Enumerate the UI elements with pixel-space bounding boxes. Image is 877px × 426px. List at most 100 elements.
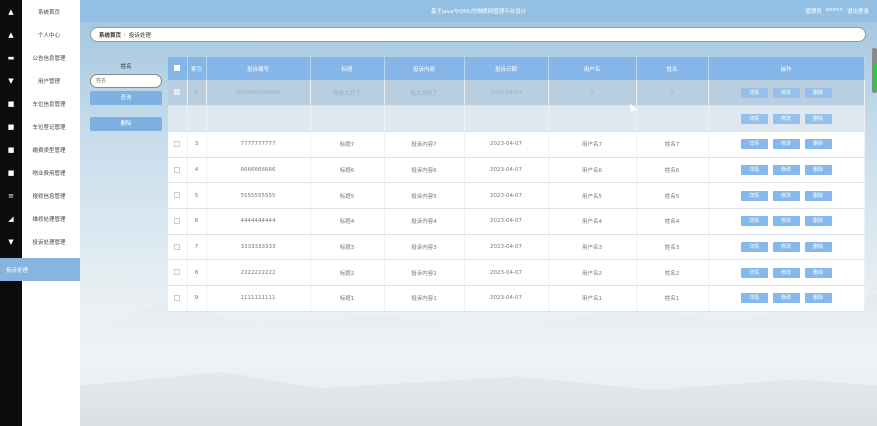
detail-button[interactable]: 详情 bbox=[740, 164, 768, 175]
sidebar-item-5[interactable]: ■ 车位登记管理 bbox=[0, 115, 80, 138]
detail-button[interactable]: 详情 bbox=[740, 139, 768, 150]
delete-button[interactable]: 删除 bbox=[804, 113, 832, 124]
row-checkbox[interactable] bbox=[174, 89, 181, 96]
row-checkbox[interactable] bbox=[174, 140, 181, 147]
row-checkbox[interactable] bbox=[174, 192, 181, 199]
breadcrumb-home[interactable]: 系统首页 bbox=[99, 31, 121, 39]
register-icon: ■ bbox=[7, 122, 15, 131]
edit-button[interactable]: 修改 bbox=[772, 190, 800, 201]
table-row[interactable]: 2 详情 修改 删除 bbox=[168, 105, 865, 132]
sidebar-item-6[interactable]: ■ 缴费类型管理 bbox=[0, 138, 80, 161]
sidebar-item-0[interactable]: ▲ 系统首页 bbox=[0, 0, 80, 23]
detail-button[interactable]: 详情 bbox=[740, 267, 768, 278]
repair-info-icon: ≡ bbox=[8, 191, 14, 200]
delete-button[interactable]: 删除 bbox=[804, 87, 832, 98]
sidebar-item-10[interactable]: ▼ 投诉处理管理 bbox=[0, 230, 80, 253]
edit-button[interactable]: 修改 bbox=[772, 267, 800, 278]
cell-code bbox=[206, 105, 311, 132]
cell-content: 投诉内容7 bbox=[384, 131, 465, 158]
row-checkbox[interactable] bbox=[174, 115, 181, 122]
detail-button[interactable]: 详情 bbox=[740, 113, 768, 124]
cell-actions: 详情 修改 删除 bbox=[708, 259, 865, 286]
edit-button[interactable]: 修改 bbox=[772, 241, 800, 252]
cell-content bbox=[384, 105, 465, 132]
users-icon: ▼ bbox=[8, 76, 14, 85]
cell-date: 2023-04-07 bbox=[464, 182, 549, 209]
cell-index: 5 bbox=[187, 182, 207, 209]
col-header-index: 索引 bbox=[187, 57, 207, 80]
col-header-username: 用户名 bbox=[548, 57, 637, 80]
cell-index: 7 bbox=[187, 234, 207, 261]
cell-actions: 详情 修改 删除 bbox=[708, 234, 865, 261]
table-row[interactable]: 8 2222222222 标题2 投诉内容2 2023-04-07 用户名2 姓名2 详情 修改… bbox=[168, 259, 865, 286]
sidebar-item-4[interactable]: ■ 车位信息管理 bbox=[0, 92, 80, 115]
edit-button[interactable]: 修改 bbox=[772, 87, 800, 98]
row-checkbox[interactable] bbox=[174, 218, 181, 225]
sidebar-item-label: 车位登记管理 bbox=[32, 124, 66, 131]
cell-content: 投诉内容5 bbox=[384, 182, 465, 209]
cell-username: 1 bbox=[548, 80, 637, 107]
row-checkbox[interactable] bbox=[174, 166, 181, 173]
sidebar-item-1[interactable]: ▲ 个人中心 bbox=[0, 23, 80, 46]
cell-username: 用户名6 bbox=[548, 157, 637, 184]
sidebar-item-9[interactable]: ◢ 维修处理管理 bbox=[0, 207, 80, 230]
table-row[interactable]: 6 4444444444 标题4 投诉内容4 2023-04-07 用户名4 姓名4 详情 修改… bbox=[168, 208, 865, 235]
detail-button[interactable]: 详情 bbox=[740, 190, 768, 201]
sidebar-item-7[interactable]: ■ 物业费用管理 bbox=[0, 161, 80, 184]
row-select-cell bbox=[168, 182, 188, 209]
delete-button[interactable]: 删除 bbox=[804, 241, 832, 252]
cell-title bbox=[310, 105, 385, 132]
table-row[interactable]: 5 5555555555 标题5 投诉内容5 2023-04-07 用户名5 姓名5 详情 修改… bbox=[168, 182, 865, 209]
row-checkbox[interactable] bbox=[174, 269, 181, 276]
edit-button[interactable]: 修改 bbox=[772, 113, 800, 124]
delete-button[interactable]: 删除 bbox=[804, 190, 832, 201]
delete-button[interactable]: 删除 bbox=[804, 267, 832, 278]
delete-button[interactable]: 删除 bbox=[804, 293, 832, 304]
detail-button[interactable]: 详情 bbox=[740, 293, 768, 304]
table-row[interactable]: 9 1111111111 标题1 投诉内容1 2023-04-07 用户名1 姓名1 详情 修改… bbox=[168, 285, 865, 312]
cell-index: 6 bbox=[187, 208, 207, 235]
logout-link[interactable]: 退出登录 bbox=[847, 7, 869, 15]
cell-username: 用户名2 bbox=[548, 259, 637, 286]
detail-button[interactable]: 详情 bbox=[740, 241, 768, 252]
edit-button[interactable]: 修改 bbox=[772, 164, 800, 175]
row-checkbox[interactable] bbox=[174, 295, 181, 302]
detail-button[interactable]: 详情 bbox=[740, 87, 768, 98]
sidebar: ▲ 系统首页 ▲ 个人中心 ▬ 公告信息管理 ▼ 用户管理 ■ 车位信息管理 ■ 车位登记管理 ■ 缴费类… bbox=[0, 0, 80, 426]
table-row[interactable]: 1 1680845044965 我是大好了 我上大好了 2023-04-07 1 1 详情 修改… bbox=[168, 80, 865, 107]
cell-date bbox=[464, 105, 549, 132]
select-all-checkbox[interactable] bbox=[174, 65, 181, 72]
cell-index: 8 bbox=[187, 259, 207, 286]
edit-button[interactable]: 修改 bbox=[772, 216, 800, 227]
cell-code: 6666666666 bbox=[206, 157, 311, 184]
cell-actions: 详情 修改 删除 bbox=[708, 208, 865, 235]
sidebar-item-complaint-handling[interactable]: 投诉处理 bbox=[0, 258, 80, 281]
edit-button[interactable]: 修改 bbox=[772, 293, 800, 304]
delete-button[interactable]: 删除 bbox=[804, 164, 832, 175]
cell-title: 标题1 bbox=[310, 285, 385, 312]
cell-actions: 详情 修改 删除 bbox=[708, 105, 865, 132]
table-row[interactable]: 4 6666666666 标题6 投诉内容6 2023-04-07 用户名6 姓名6 详情 修改… bbox=[168, 157, 865, 184]
cell-content: 投诉内容1 bbox=[384, 285, 465, 312]
name-search-input[interactable] bbox=[90, 74, 162, 88]
sidebar-item-3[interactable]: ▼ 用户管理 bbox=[0, 69, 80, 92]
cell-username bbox=[548, 105, 637, 132]
col-header-title: 标题 bbox=[310, 57, 385, 80]
detail-button[interactable]: 详情 bbox=[740, 216, 768, 227]
cell-content: 投诉内容2 bbox=[384, 259, 465, 286]
sidebar-item-8[interactable]: ≡ 报修信息管理 bbox=[0, 184, 80, 207]
table-row[interactable]: 7 3333333333 标题3 投诉内容3 2023-04-07 用户名3 姓名3 详情 修改… bbox=[168, 234, 865, 261]
row-select-cell bbox=[168, 131, 188, 158]
batch-delete-button[interactable]: 删除 bbox=[90, 117, 162, 131]
search-button[interactable]: 查询 bbox=[90, 91, 162, 105]
cell-actions: 详情 修改 删除 bbox=[708, 285, 865, 312]
sidebar-item-2[interactable]: ▬ 公告信息管理 bbox=[0, 46, 80, 69]
edit-button[interactable]: 修改 bbox=[772, 139, 800, 150]
cell-username: 用户名4 bbox=[548, 208, 637, 235]
row-checkbox[interactable] bbox=[174, 243, 181, 250]
table-row[interactable]: 3 7777777777 标题7 投诉内容7 2023-04-07 用户名7 姓名7 详情 修改… bbox=[168, 131, 865, 158]
cell-name: 姓名3 bbox=[636, 234, 709, 261]
cell-index: 2 bbox=[187, 105, 207, 132]
delete-button[interactable]: 删除 bbox=[804, 139, 832, 150]
delete-button[interactable]: 删除 bbox=[804, 216, 832, 227]
